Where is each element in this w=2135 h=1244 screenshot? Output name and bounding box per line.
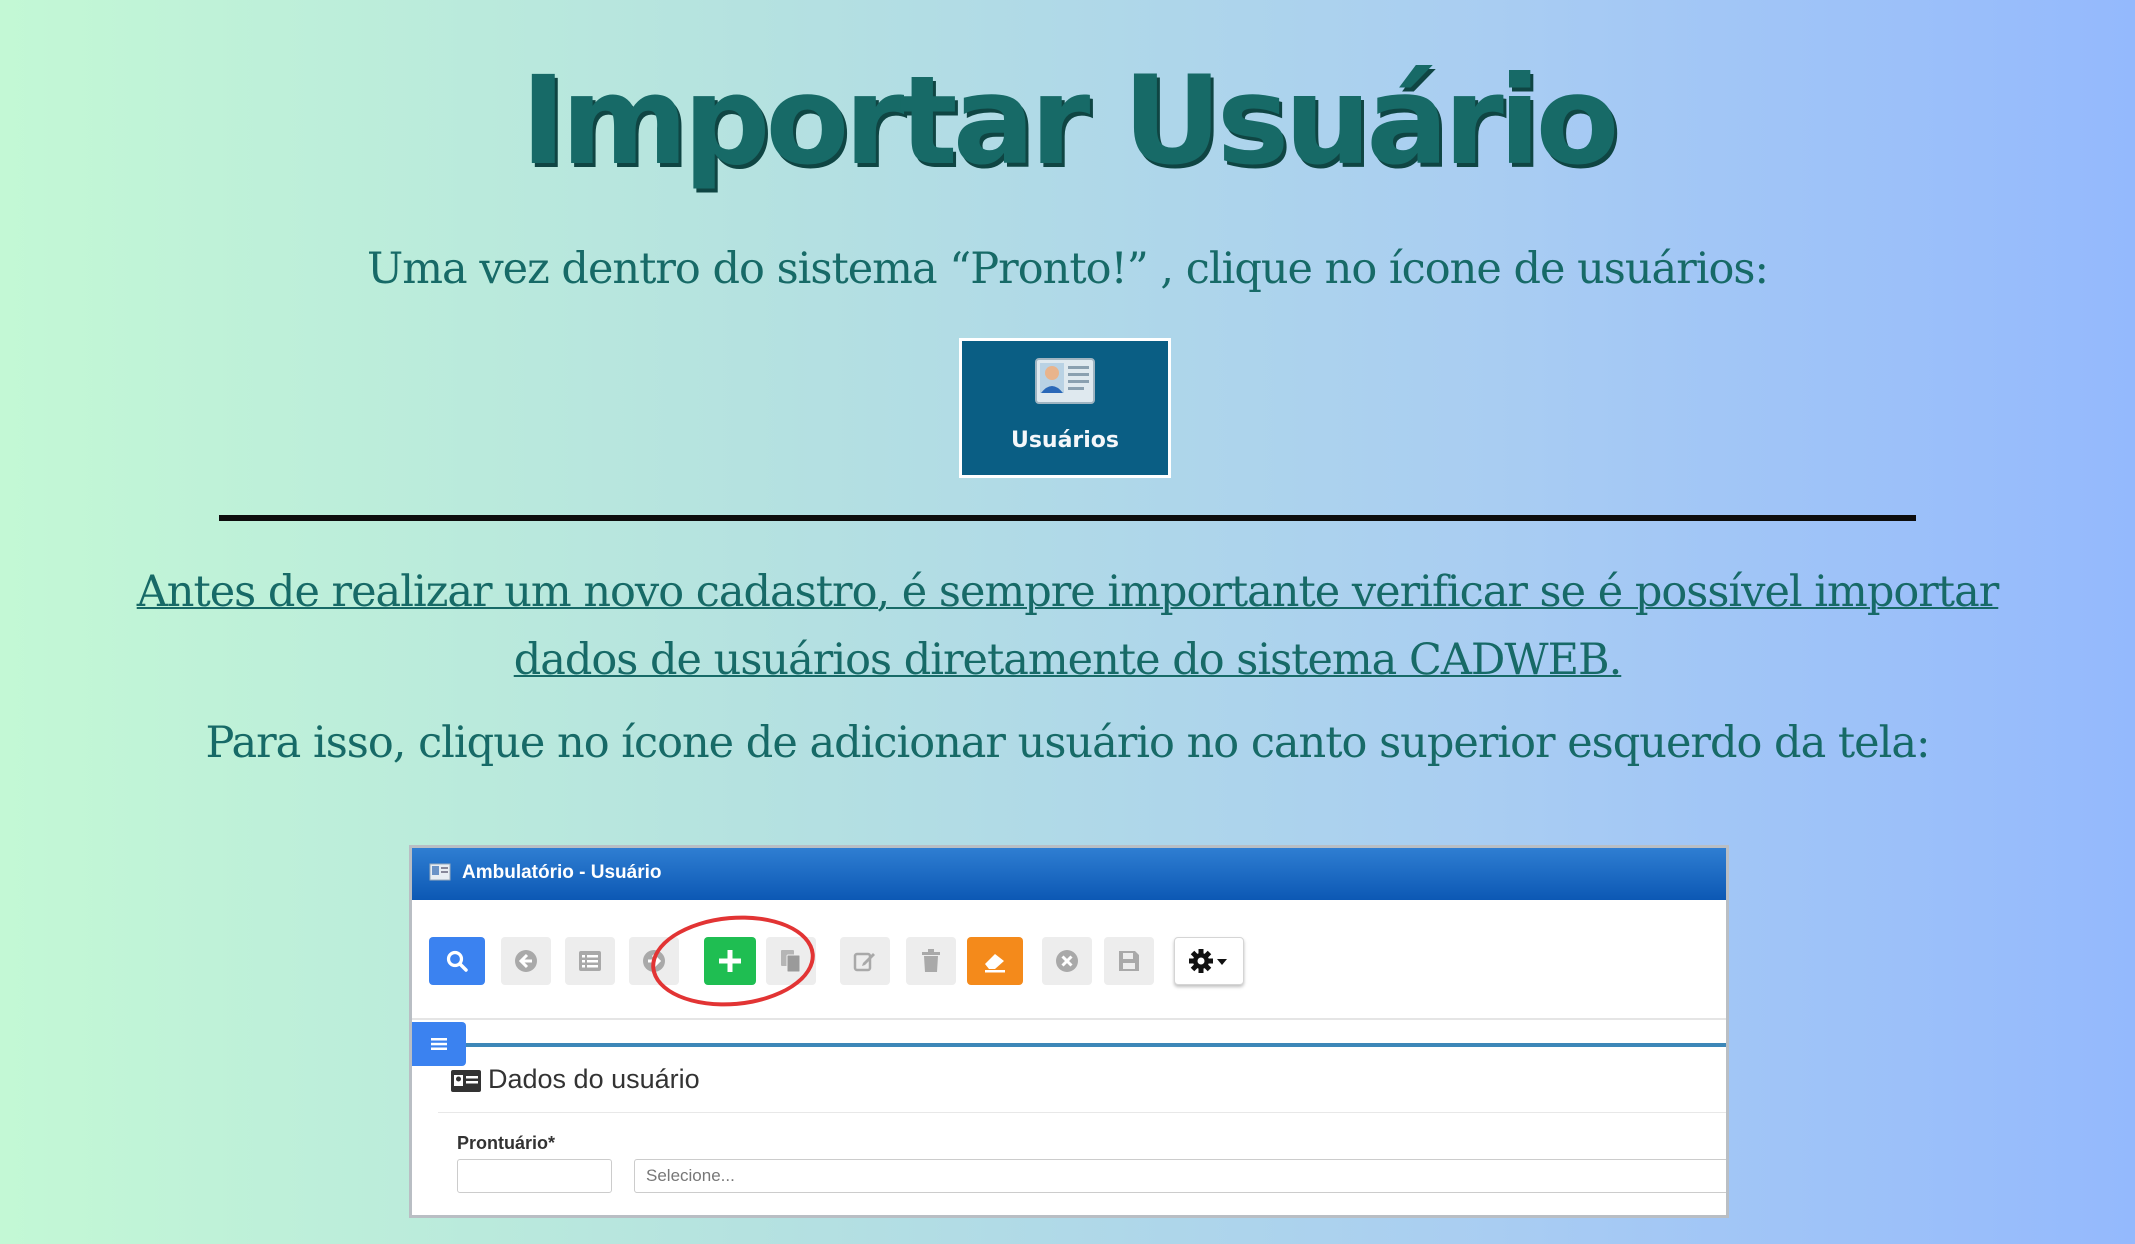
back-button[interactable] bbox=[501, 937, 551, 985]
list-icon bbox=[579, 951, 601, 971]
delete-button[interactable] bbox=[906, 937, 956, 985]
window-title: Ambulatório - Usuário bbox=[462, 862, 662, 883]
instruction-text: Para isso, clique no ícone de adicionar … bbox=[205, 718, 1930, 768]
gear-dropdown-icon bbox=[1189, 949, 1227, 973]
eraser-icon bbox=[985, 954, 1005, 973]
settings-button[interactable] bbox=[1174, 937, 1244, 985]
import-note-line-1: Antes de realizar um novo cadastro, é se… bbox=[136, 567, 2000, 617]
prontuario-input[interactable] bbox=[457, 1159, 612, 1193]
id-card-icon bbox=[451, 1070, 481, 1092]
edit-button[interactable] bbox=[840, 937, 890, 985]
divider bbox=[219, 515, 1916, 521]
usuarios-tile[interactable]: Usuários bbox=[959, 338, 1171, 478]
intro-text: Uma vez dentro do sistema “Pronto!” , cl… bbox=[367, 244, 1769, 294]
cancel-button[interactable] bbox=[1042, 937, 1092, 985]
prontuario-label: Prontuário* bbox=[457, 1133, 556, 1153]
trash-icon bbox=[922, 949, 940, 972]
user-card-icon bbox=[1035, 358, 1095, 404]
hamburger-icon bbox=[431, 1038, 447, 1050]
save-button[interactable] bbox=[1104, 937, 1154, 985]
erase-button[interactable] bbox=[967, 937, 1023, 985]
search-icon bbox=[446, 950, 468, 972]
arrow-left-circle-icon bbox=[515, 950, 537, 972]
save-icon bbox=[1119, 951, 1139, 971]
patient-select[interactable]: Selecione... bbox=[634, 1159, 1726, 1193]
import-note: Antes de realizar um novo cadastro, é se… bbox=[120, 558, 2015, 694]
section-title: Dados do usuário bbox=[488, 1064, 700, 1094]
window-app-icon bbox=[429, 863, 451, 881]
search-button[interactable] bbox=[429, 937, 485, 985]
edit-icon bbox=[853, 952, 875, 972]
window-titlebar: Ambulatório - Usuário bbox=[412, 848, 1726, 900]
import-note-line-2: dados de usuários diretamente do sistema… bbox=[513, 635, 1623, 685]
section-separator bbox=[438, 1112, 1726, 1113]
close-circle-icon bbox=[1056, 950, 1078, 972]
content-top-border bbox=[412, 1043, 1726, 1047]
page-title: Importar Usuário bbox=[520, 50, 1620, 192]
list-button[interactable] bbox=[565, 937, 615, 985]
usuarios-tile-label: Usuários bbox=[1010, 428, 1120, 453]
side-menu-button[interactable] bbox=[412, 1022, 466, 1066]
toolbar-separator bbox=[412, 1018, 1726, 1020]
add-button-highlight-circle bbox=[647, 909, 819, 1013]
app-window-screenshot: Ambulatório - Usuário Dados do usuário P… bbox=[409, 845, 1729, 1218]
